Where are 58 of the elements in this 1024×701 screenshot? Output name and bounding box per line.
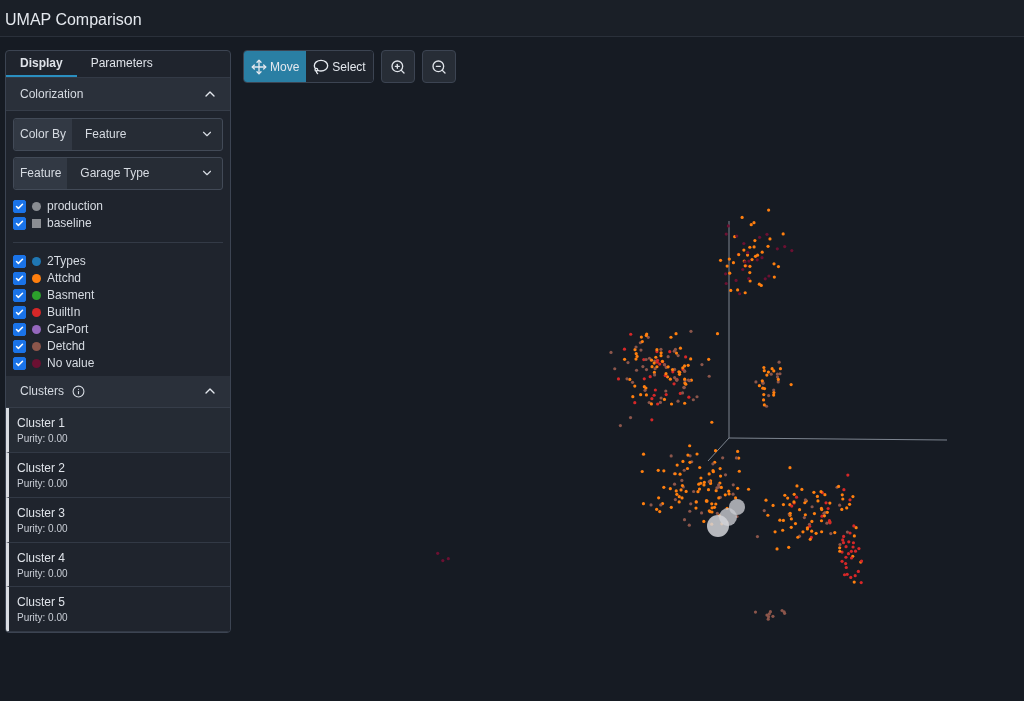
dropdown[interactable]: Color By Feature xyxy=(13,117,223,151)
cluster-name: Cluster 4 xyxy=(17,550,67,565)
dropdown[interactable]: Feature Garage Type xyxy=(13,156,223,190)
section-header[interactable]: Colorization xyxy=(6,77,230,111)
checkbox[interactable] xyxy=(13,288,26,302)
legend-label: Basment xyxy=(47,288,95,303)
tab[interactable]: Parameters xyxy=(76,51,167,77)
move-icon xyxy=(251,58,267,75)
checkbox[interactable] xyxy=(13,199,26,213)
cluster-name: Cluster 3 xyxy=(17,505,67,520)
cluster-item[interactable]: Cluster 3 Purity: 0.00 xyxy=(6,497,230,543)
cluster-purity: Purity: 0.00 xyxy=(17,478,69,490)
dropdown-value: Feature xyxy=(84,127,128,142)
cluster-purity: Purity: 0.00 xyxy=(17,612,69,624)
zoom-in-button[interactable] xyxy=(380,50,415,83)
legend-label: production xyxy=(47,199,104,214)
cluster-name: Cluster 1 xyxy=(17,416,67,431)
cluster-sphere xyxy=(707,515,729,537)
page-title: UMAP Comparison xyxy=(5,11,142,29)
cluster-item[interactable]: Cluster 1 Purity: 0.00 xyxy=(6,408,230,454)
lasso-icon xyxy=(313,58,330,75)
section-title: Clusters xyxy=(20,384,64,399)
zoom-out-icon xyxy=(430,58,447,75)
dropdown-label: Color By xyxy=(14,118,72,150)
legend-label: Detchd xyxy=(47,339,86,354)
cluster-purity: Purity: 0.00 xyxy=(17,567,69,579)
checkbox[interactable] xyxy=(13,339,26,353)
checkbox[interactable] xyxy=(13,254,26,268)
legend-label: Attchd xyxy=(47,271,82,286)
cluster-name: Cluster 2 xyxy=(17,461,67,476)
checkbox[interactable] xyxy=(13,305,26,319)
checkbox[interactable] xyxy=(13,356,26,370)
checkbox[interactable] xyxy=(13,271,26,285)
legend-label: CarPort xyxy=(47,322,89,337)
mode-button[interactable]: Move xyxy=(244,51,307,82)
cluster-item[interactable]: Cluster 4 Purity: 0.00 xyxy=(6,542,230,588)
legend-label: BuiltIn xyxy=(47,305,81,320)
cluster-item[interactable]: Cluster 2 Purity: 0.00 xyxy=(6,453,230,498)
checkbox[interactable] xyxy=(13,322,26,336)
section-header[interactable]: Clusters xyxy=(6,375,230,409)
cluster-purity: Purity: 0.00 xyxy=(17,433,69,445)
tab[interactable]: Display xyxy=(6,51,77,77)
legend-label: baseline xyxy=(47,216,92,231)
zoom-in-icon xyxy=(389,58,406,75)
cluster-item[interactable]: Cluster 5 Purity: 0.00 xyxy=(6,587,230,632)
zoom-out-button[interactable] xyxy=(421,50,456,83)
circle-icon xyxy=(32,201,41,211)
cluster-name: Cluster 5 xyxy=(17,595,67,610)
legend-label: No value xyxy=(47,356,95,371)
dropdown-value: Garage Type xyxy=(79,166,151,181)
checkbox[interactable] xyxy=(13,216,26,230)
mode-button[interactable]: Select xyxy=(306,51,373,82)
square-icon xyxy=(32,218,41,228)
info-icon[interactable] xyxy=(72,384,85,398)
dropdown-label: Feature xyxy=(14,157,68,189)
section-title: Colorization xyxy=(20,86,84,101)
cluster-purity: Purity: 0.00 xyxy=(17,522,69,534)
legend-label: 2Types xyxy=(47,254,86,269)
